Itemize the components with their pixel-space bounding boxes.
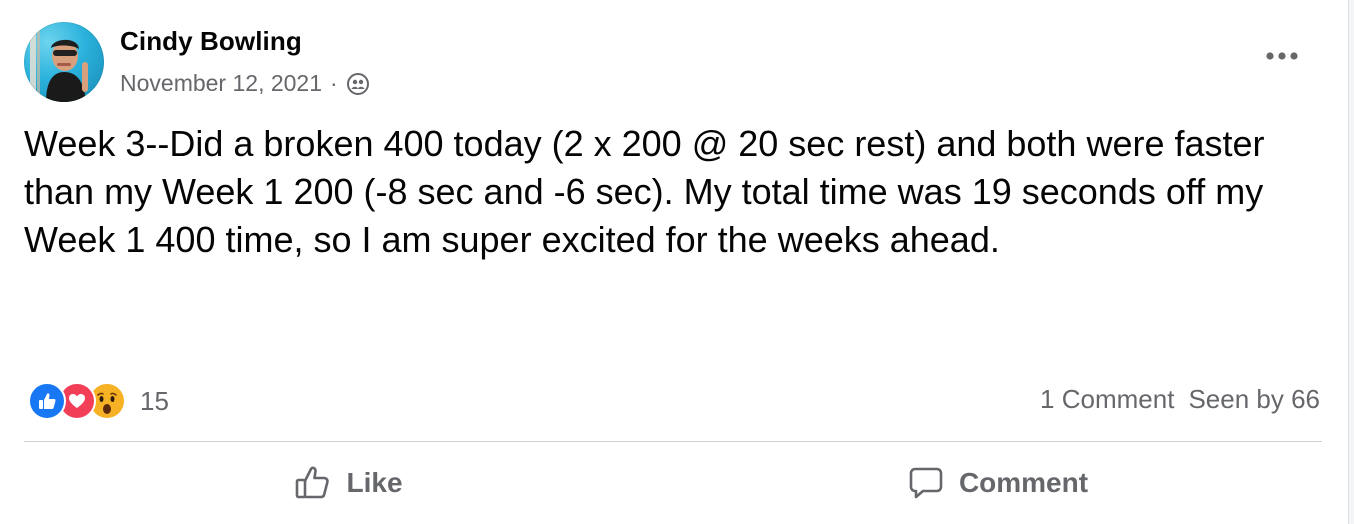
engagement-summary: 1 Comment Seen by 66 [1040, 384, 1320, 415]
comment-bubble-icon [909, 467, 943, 499]
scrollbar-track[interactable] [1348, 0, 1354, 524]
like-reaction-icon [28, 382, 66, 420]
like-button-label: Like [346, 467, 403, 498]
like-button[interactable]: Like [24, 450, 673, 516]
reaction-count[interactable]: 15 [140, 386, 169, 417]
avatar[interactable] [24, 22, 104, 102]
author-name[interactable]: Cindy Bowling [120, 26, 302, 57]
more-horizontal-icon [1266, 52, 1298, 60]
meta-separator: · [330, 70, 338, 96]
post-stats-bar: 15 1 Comment Seen by 66 [28, 378, 1320, 422]
more-options-button[interactable] [1262, 44, 1302, 68]
thumbs-up-icon [296, 466, 330, 499]
friends-icon[interactable] [346, 72, 370, 96]
post-body-text: Week 3--Did a broken 400 today (2 x 200 … [24, 123, 1265, 260]
seen-by-count[interactable]: Seen by 66 [1188, 384, 1320, 415]
post-meta: November 12, 2021 · [120, 70, 370, 97]
post-actions: Like Comment [24, 450, 1322, 516]
reactions-summary[interactable]: 15 [28, 382, 169, 420]
comment-count-link[interactable]: 1 Comment [1040, 384, 1174, 415]
comment-button-label: Comment [958, 467, 1089, 498]
comment-button[interactable]: Comment [673, 450, 1322, 516]
post-header: Cindy Bowling November 12, 2021 · [24, 22, 1314, 104]
action-divider [24, 441, 1322, 442]
post-date[interactable]: November 12, 2021 [120, 70, 322, 97]
post-card: Cindy Bowling November 12, 2021 · Week 3… [0, 0, 1354, 524]
